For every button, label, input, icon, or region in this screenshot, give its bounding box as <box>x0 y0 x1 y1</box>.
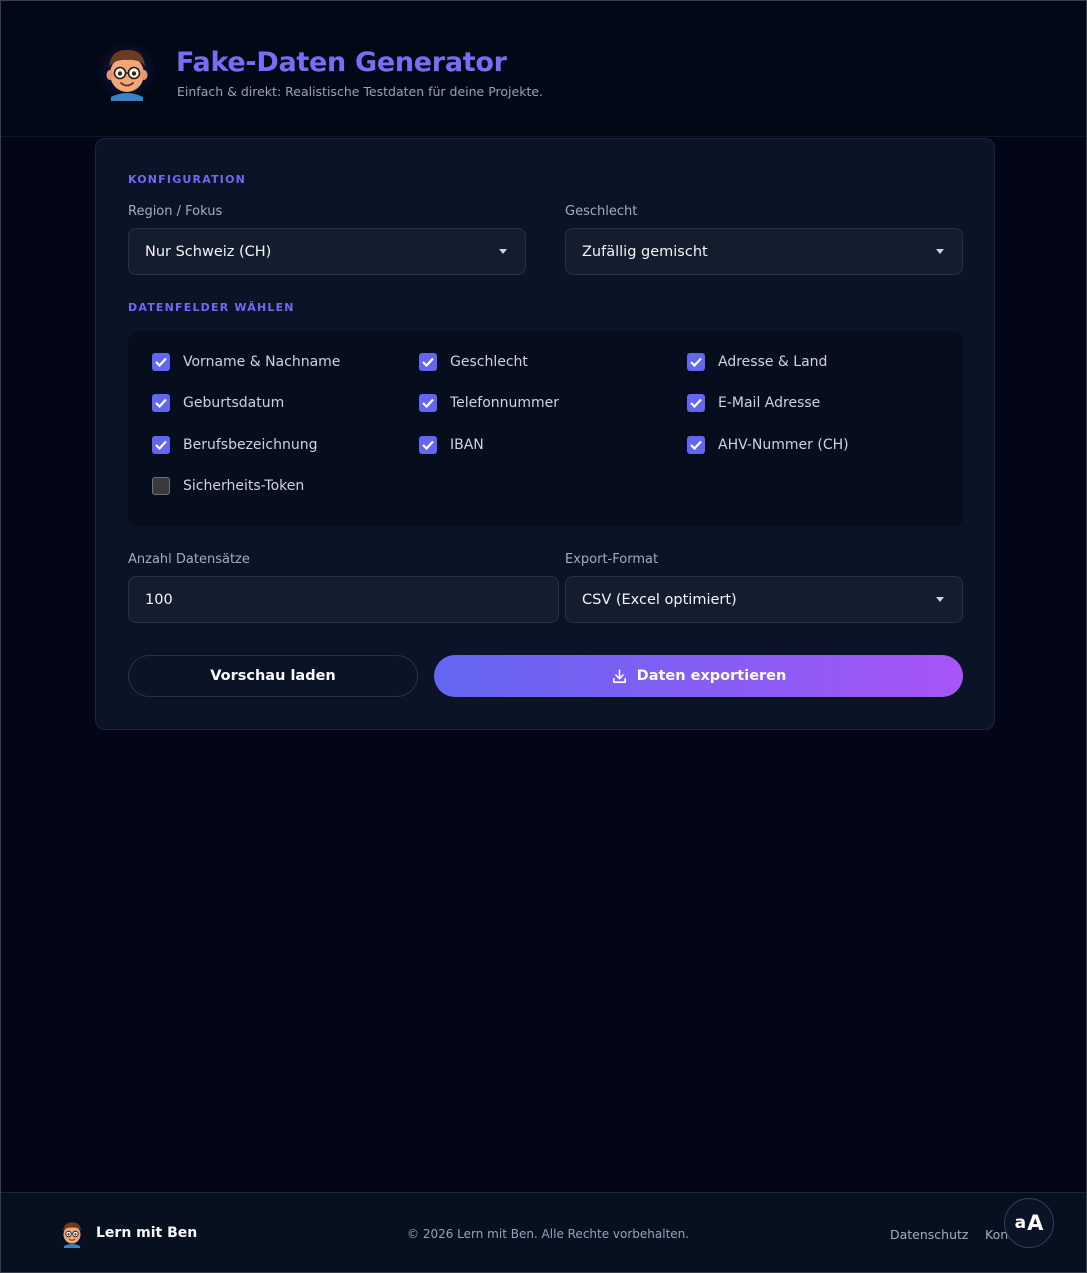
gender-select-value: Zufällig gemischt <box>582 243 708 260</box>
checkbox-label: Adresse & Land <box>718 354 828 370</box>
region-label: Region / Fokus <box>128 204 223 219</box>
checkbox-checked-icon[interactable] <box>152 436 170 454</box>
checkbox-fullname[interactable]: Vorname & Nachname <box>152 353 340 371</box>
page-subtitle: Einfach & direkt: Realistische Testdaten… <box>177 84 544 99</box>
footer-copyright: © 2026 Lern mit Ben. Alle Rechte vorbeha… <box>407 1227 690 1241</box>
checkbox-unchecked-icon[interactable] <box>152 477 170 495</box>
footer-brand[interactable]: Lern mit Ben <box>96 1225 197 1241</box>
count-input[interactable]: 100 <box>128 576 559 623</box>
checkbox-label: Geschlecht <box>450 354 528 370</box>
generator-card: KONFIGURATION Region / Fokus Nur Schweiz… <box>95 138 995 730</box>
export-button-label: Daten exportieren <box>636 668 787 684</box>
footer-link-privacy[interactable]: Datenschutz <box>890 1227 969 1242</box>
checkbox-email[interactable]: E-Mail Adresse <box>687 394 820 412</box>
format-select-value: CSV (Excel optimiert) <box>582 591 737 608</box>
checkbox-label: Sicherheits-Token <box>183 478 305 494</box>
checkbox-label: Telefonnummer <box>450 395 560 411</box>
chevron-down-icon <box>936 249 944 254</box>
checkbox-checked-icon[interactable] <box>687 394 705 412</box>
checkbox-checked-icon[interactable] <box>687 353 705 371</box>
fields-checkbox-group: Vorname & Nachname Geschlecht Adresse & … <box>128 331 963 527</box>
count-input-value: 100 <box>145 591 173 608</box>
checkbox-checked-icon[interactable] <box>687 436 705 454</box>
checkbox-label: Vorname & Nachname <box>183 354 341 370</box>
format-label: Export-Format <box>565 552 659 567</box>
checkbox-label: AHV-Nummer (CH) <box>718 437 849 453</box>
chevron-down-icon <box>499 249 507 254</box>
checkbox-ahv[interactable]: AHV-Nummer (CH) <box>687 436 849 454</box>
page-title: Fake-Daten Generator <box>176 47 507 78</box>
count-label: Anzahl Datensätze <box>128 552 250 567</box>
gender-select[interactable]: Zufällig gemischt <box>565 228 963 275</box>
font-size-small-glyph: a <box>1014 1213 1027 1233</box>
checkbox-label: Berufsbezeichnung <box>183 437 318 453</box>
checkbox-checked-icon[interactable] <box>419 394 437 412</box>
checkbox-birthdate[interactable]: Geburtsdatum <box>152 394 284 412</box>
preview-button[interactable]: Vorschau laden <box>128 655 418 697</box>
checkbox-label: E-Mail Adresse <box>718 395 821 411</box>
checkbox-phone[interactable]: Telefonnummer <box>419 394 559 412</box>
app-header: Fake-Daten Generator Einfach & direkt: R… <box>1 1 1086 137</box>
preview-button-label: Vorschau laden <box>210 668 336 684</box>
app-footer: Lern mit Ben © 2026 Lern mit Ben. Alle R… <box>1 1192 1086 1272</box>
checkbox-token[interactable]: Sicherheits-Token <box>152 477 304 495</box>
region-select-value: Nur Schweiz (CH) <box>145 243 272 260</box>
checkbox-checked-icon[interactable] <box>152 353 170 371</box>
chevron-down-icon <box>936 597 944 602</box>
avatar-logo-icon <box>97 41 157 101</box>
fields-section-label: DATENFELDER WÄHLEN <box>128 301 295 314</box>
gender-label: Geschlecht <box>565 204 638 219</box>
avatar-logo-icon <box>63 1222 81 1248</box>
export-button[interactable]: Daten exportieren <box>434 655 963 697</box>
checkbox-checked-icon[interactable] <box>152 394 170 412</box>
font-size-large-glyph: A <box>1027 1211 1044 1235</box>
region-select[interactable]: Nur Schweiz (CH) <box>128 228 526 275</box>
format-select[interactable]: CSV (Excel optimiert) <box>565 576 963 623</box>
checkbox-gender[interactable]: Geschlecht <box>419 353 528 371</box>
checkbox-checked-icon[interactable] <box>419 353 437 371</box>
download-icon <box>612 668 626 683</box>
checkbox-label: Geburtsdatum <box>183 395 285 411</box>
checkbox-address[interactable]: Adresse & Land <box>687 353 827 371</box>
checkbox-iban[interactable]: IBAN <box>419 436 484 454</box>
checkbox-checked-icon[interactable] <box>419 436 437 454</box>
font-size-toggle-button[interactable]: a A <box>1004 1198 1054 1248</box>
checkbox-job[interactable]: Berufsbezeichnung <box>152 436 318 454</box>
checkbox-label: IBAN <box>450 437 484 453</box>
config-section-label: KONFIGURATION <box>128 173 247 186</box>
